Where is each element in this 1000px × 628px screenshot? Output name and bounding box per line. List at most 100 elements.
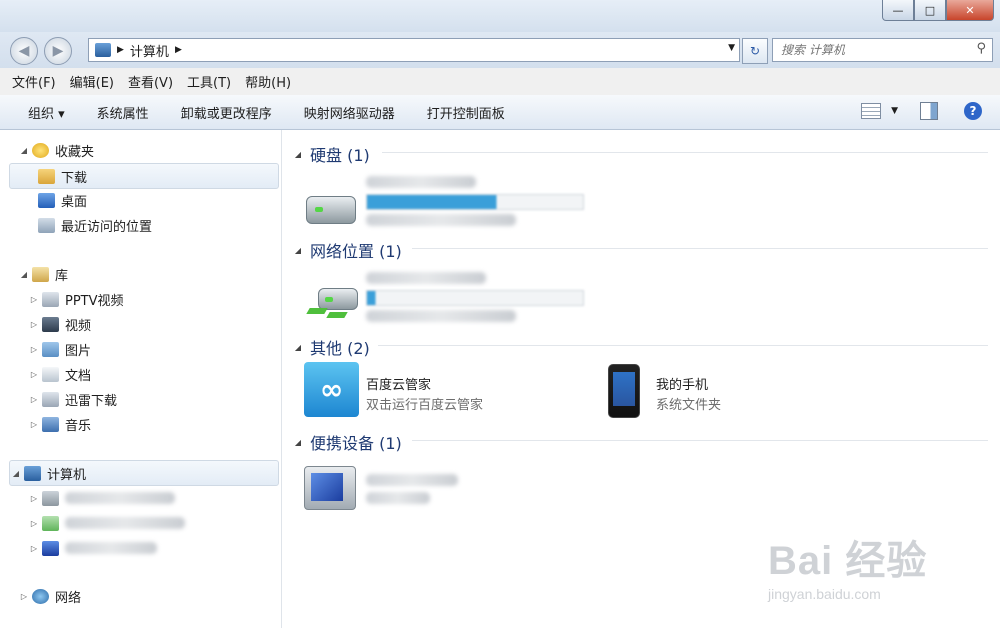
nav-desktop-label: 桌面: [61, 194, 88, 210]
forward-button[interactable]: ▶: [44, 37, 72, 65]
nav-network[interactable]: ▷ 网络: [18, 584, 81, 608]
device-icon: [42, 540, 59, 556]
open-control-panel-button[interactable]: 打开控制面板: [427, 103, 505, 122]
nav-drive-item[interactable]: ▷: [28, 536, 157, 560]
baidu-cloud-subtitle: 双击运行百度云管家: [366, 398, 484, 413]
group-portable-devices-label: 便携设备 (1): [310, 434, 402, 453]
network-drive-icon: [318, 288, 358, 310]
nav-pptv[interactable]: ▷ PPTV视频: [28, 287, 124, 311]
nav-downloads[interactable]: 下载: [9, 163, 279, 189]
refresh-button[interactable]: ↻: [742, 38, 768, 64]
breadcrumb-chevron-icon: ▶: [174, 45, 182, 55]
redacted-label: [366, 310, 516, 322]
network-location-tile[interactable]: [304, 266, 584, 322]
group-network-locations-label: 网络位置 (1): [310, 242, 402, 261]
expand-icon[interactable]: ▷: [28, 295, 40, 304]
address-dropdown-icon[interactable]: ▼: [728, 43, 735, 53]
refresh-icon: ↻: [749, 44, 761, 58]
collapse-icon[interactable]: ◢: [10, 469, 22, 478]
maximize-button[interactable]: □: [914, 0, 946, 21]
nav-libraries[interactable]: ◢ 库: [18, 262, 68, 286]
group-portable-devices[interactable]: ◢ 便携设备 (1): [292, 430, 402, 454]
music-library-icon: [42, 416, 59, 432]
minimize-button[interactable]: —: [882, 0, 914, 21]
portable-device-icon[interactable]: [304, 466, 356, 510]
organize-button[interactable]: 组织 ▾: [28, 103, 65, 122]
nav-computer[interactable]: ◢ 计算机: [9, 460, 279, 486]
pictures-library-icon: [42, 341, 59, 357]
address-bar[interactable]: ▶ 计算机 ▶ ▼: [88, 38, 740, 62]
expand-icon[interactable]: ▷: [28, 519, 40, 528]
drive-usage-bar: [366, 290, 584, 306]
nav-desktop[interactable]: 桌面: [38, 188, 87, 212]
expand-icon[interactable]: ▷: [28, 544, 40, 553]
collapse-icon[interactable]: ◢: [292, 246, 304, 255]
title-bar: — □ ✕: [0, 0, 1000, 32]
expand-icon[interactable]: ▷: [18, 592, 30, 601]
nav-thunder[interactable]: ▷ 迅雷下载: [28, 387, 117, 411]
help-icon[interactable]: ?: [964, 102, 982, 120]
search-input[interactable]: [779, 39, 963, 61]
map-network-drive-button[interactable]: 映射网络驱动器: [304, 103, 395, 122]
nav-favorites[interactable]: ◢ 收藏夹: [18, 138, 94, 162]
search-box[interactable]: ⚲: [772, 38, 993, 62]
view-options-icon[interactable]: [861, 103, 882, 119]
nav-drive-item[interactable]: ▷: [28, 486, 175, 510]
my-phone-title[interactable]: 我的手机: [656, 374, 708, 393]
baidu-cloud-icon[interactable]: ∞: [304, 362, 359, 417]
expand-icon[interactable]: ▷: [28, 370, 40, 379]
nav-video[interactable]: ▷ 视频: [28, 312, 91, 336]
nav-pictures[interactable]: ▷ 图片: [28, 337, 91, 361]
baidu-cloud-title[interactable]: 百度云管家: [366, 374, 431, 393]
menu-tools[interactable]: 工具(T): [187, 72, 231, 91]
menu-help[interactable]: 帮助(H): [245, 72, 291, 91]
nav-recent-label: 最近访问的位置: [61, 219, 153, 235]
nav-recent-places[interactable]: 最近访问的位置: [38, 213, 152, 237]
desktop-icon: [38, 192, 55, 208]
back-button[interactable]: ◀: [10, 37, 38, 65]
nav-network-label: 网络: [55, 590, 82, 606]
mobile-phone-icon[interactable]: [608, 364, 640, 418]
recent-places-icon: [38, 217, 55, 233]
redacted-label: [366, 474, 458, 486]
system-properties-button[interactable]: 系统属性: [97, 103, 149, 122]
menu-file[interactable]: 文件(F): [12, 72, 56, 91]
preview-pane-icon[interactable]: [920, 102, 938, 120]
collapse-icon[interactable]: ◢: [292, 150, 304, 159]
expand-icon[interactable]: ▷: [28, 345, 40, 354]
group-divider: [378, 345, 988, 346]
nav-music[interactable]: ▷ 音乐: [28, 412, 91, 436]
collapse-icon[interactable]: ◢: [292, 343, 304, 352]
collapse-icon[interactable]: ◢: [18, 270, 30, 279]
expand-icon[interactable]: ▷: [28, 395, 40, 404]
group-hard-disks-label: 硬盘 (1): [310, 146, 370, 165]
group-other[interactable]: ◢ 其他 (2): [292, 335, 370, 359]
nav-pictures-label: 图片: [65, 343, 92, 359]
redacted-label: [65, 492, 175, 504]
expand-icon[interactable]: ▷: [28, 420, 40, 429]
view-dropdown-icon[interactable]: ▼: [891, 106, 898, 116]
group-network-locations[interactable]: ◢ 网络位置 (1): [292, 238, 402, 262]
watermark-logo: Bai 经验: [768, 539, 928, 583]
uninstall-program-button[interactable]: 卸载或更改程序: [181, 103, 272, 122]
network-drive-icon: [42, 515, 59, 531]
search-icon[interactable]: ⚲: [976, 41, 986, 56]
navigation-pane: ◢ 收藏夹 下载 桌面 最近访问的位置 ◢ 库 ▷ PPTV视频 ▷ 视频 ▷ …: [0, 130, 282, 628]
group-hard-disks[interactable]: ◢ 硬盘 (1): [292, 142, 370, 166]
close-button[interactable]: ✕: [946, 0, 994, 21]
video-library-icon: [42, 316, 59, 332]
menu-edit[interactable]: 编辑(E): [70, 72, 114, 91]
collapse-icon[interactable]: ◢: [18, 146, 30, 155]
nav-music-label: 音乐: [65, 418, 92, 434]
drive-tile[interactable]: [304, 172, 584, 228]
menu-view[interactable]: 查看(V): [128, 72, 173, 91]
breadcrumb-computer[interactable]: 计算机: [130, 41, 169, 60]
expand-icon[interactable]: ▷: [28, 320, 40, 329]
expand-icon[interactable]: ▷: [28, 494, 40, 503]
nav-drive-item[interactable]: ▷: [28, 511, 185, 535]
nav-documents[interactable]: ▷ 文档: [28, 362, 91, 386]
collapse-icon[interactable]: ◢: [292, 438, 304, 447]
menu-bar: 文件(F) 编辑(E) 查看(V) 工具(T) 帮助(H): [0, 68, 1000, 96]
computer-icon: [24, 465, 41, 481]
network-plug-icon: [306, 308, 328, 314]
